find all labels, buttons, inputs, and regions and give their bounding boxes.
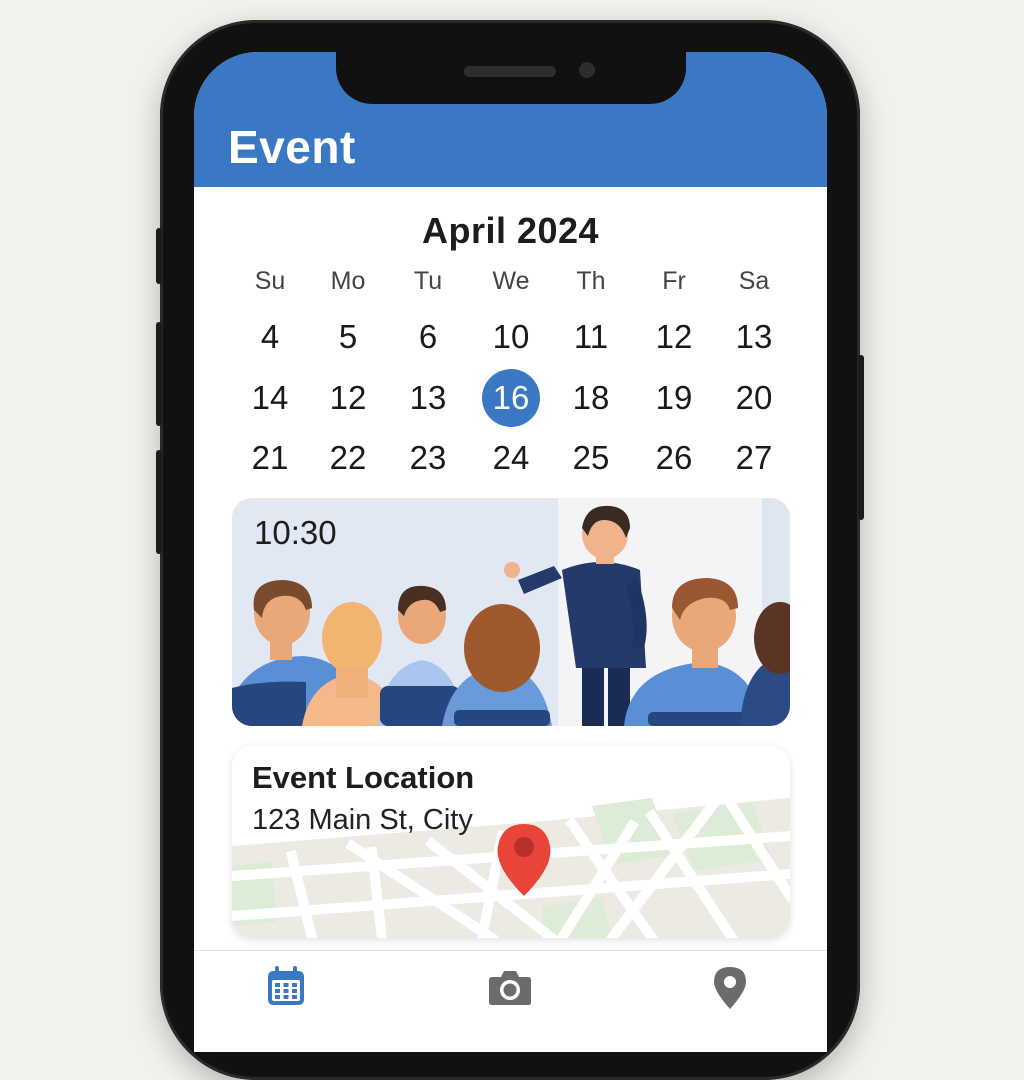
calendar-day[interactable]: 20 (724, 368, 784, 428)
weekday-th: Th (576, 267, 606, 295)
phone-notch (336, 52, 686, 104)
power-button (858, 355, 864, 520)
app-title: Event (228, 121, 356, 173)
bottom-tab-bar (194, 950, 827, 1052)
calendar-day[interactable]: 19 (644, 368, 704, 428)
location-address: 123 Main St, City (252, 804, 473, 836)
calendar-day[interactable]: 23 (398, 428, 458, 488)
calendar-day[interactable]: 25 (561, 428, 621, 488)
weekday-we: We (492, 267, 530, 295)
calendar-icon[interactable] (262, 963, 310, 1011)
calendar-day[interactable]: 27 (724, 428, 784, 488)
speaker-grille (464, 66, 556, 77)
weekday-fr: Fr (662, 267, 686, 295)
weekday-mo: Mo (330, 267, 366, 295)
mute-switch (156, 228, 162, 284)
calendar-day[interactable]: 24 (481, 428, 541, 488)
front-camera (579, 62, 595, 78)
weekday-tu: Tu (413, 267, 443, 295)
location-pin-icon[interactable] (706, 963, 754, 1011)
calendar-day[interactable]: 13 (398, 368, 458, 428)
location-card[interactable]: Event Location 123 Main St, City (232, 746, 790, 938)
volume-up-button (156, 322, 162, 426)
calendar-month-label: April 2024 (421, 210, 600, 251)
event-card[interactable]: 10:30 (232, 498, 790, 726)
calendar-day[interactable]: 12 (318, 368, 378, 428)
calendar-day[interactable]: 11 (561, 307, 621, 367)
calendar-day[interactable]: 6 (398, 307, 458, 367)
calendar-day[interactable]: 10 (481, 307, 541, 367)
calendar-day[interactable]: 5 (318, 307, 378, 367)
phone-screen: Event April 2024 Su Mo Tu We Th Fr Sa 4 … (194, 52, 827, 1052)
calendar-day[interactable]: 14 (240, 368, 300, 428)
calendar-day[interactable]: 26 (644, 428, 704, 488)
volume-down-button (156, 450, 162, 554)
calendar-day[interactable]: 21 (240, 428, 300, 488)
calendar-day[interactable]: 12 (644, 307, 704, 367)
weekday-su: Su (254, 267, 286, 295)
calendar-day-selected[interactable]: 16 (482, 369, 540, 427)
event-time: 10:30 (254, 514, 337, 551)
camera-icon[interactable] (486, 963, 534, 1011)
calendar-day[interactable]: 13 (724, 307, 784, 367)
location-title: Event Location (252, 760, 475, 795)
calendar-day[interactable]: 22 (318, 428, 378, 488)
calendar-day[interactable]: 18 (561, 368, 621, 428)
weekday-sa: Sa (738, 267, 770, 295)
calendar-day[interactable]: 4 (240, 307, 300, 367)
